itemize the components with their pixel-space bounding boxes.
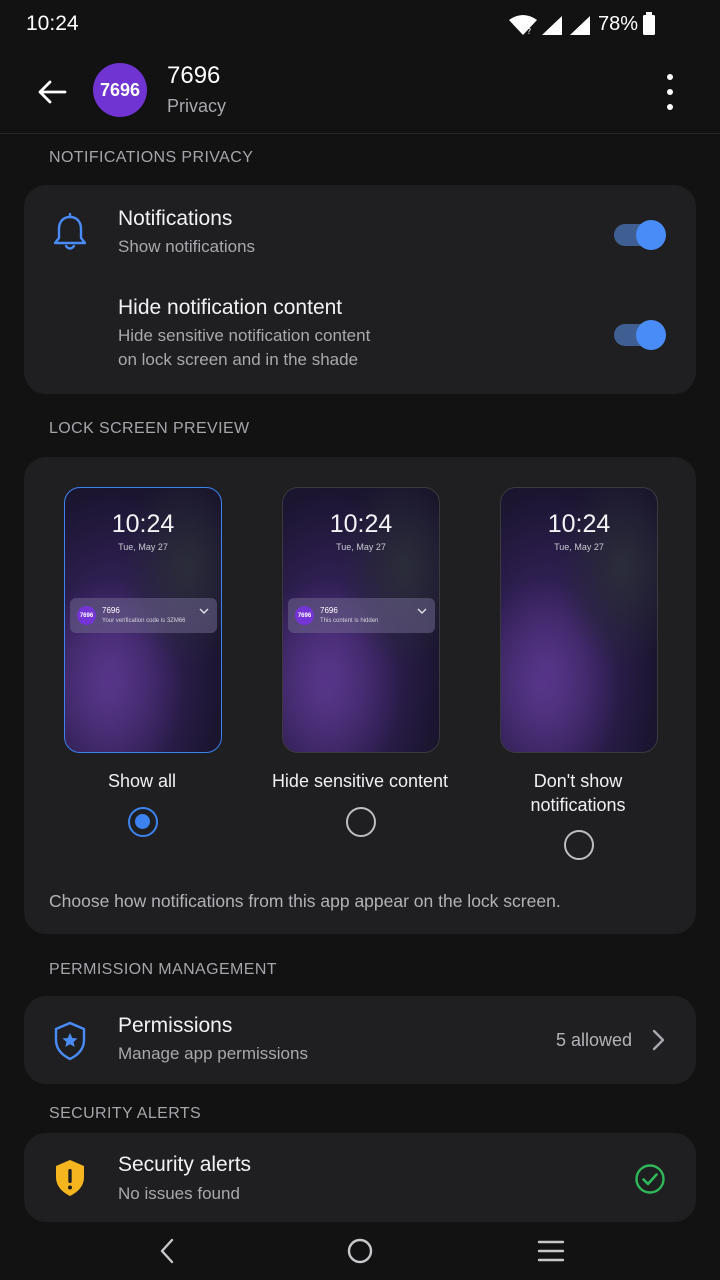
shield-star-icon [52, 1020, 88, 1067]
section-header-lock-screen-preview: LOCK SCREEN PREVIEW [49, 420, 250, 437]
page-title: 7696 [167, 62, 221, 89]
phone-time: 10:24 [547, 510, 611, 538]
notif-title: 7696 [320, 606, 338, 615]
nav-menu-icon [537, 1240, 565, 1262]
notifications-toggle[interactable] [614, 217, 666, 250]
section-header-permission-management: PERMISSION MANAGEMENT [49, 961, 277, 978]
chevron-down-icon [417, 608, 427, 614]
hide-content-subtitle-2: on lock screen and in the shade [118, 350, 359, 369]
shield-warning-icon [52, 1157, 88, 1204]
app-bar: 7696 7696 Privacy [0, 48, 720, 134]
security-alerts-row[interactable]: Security alerts No issues found [24, 1133, 696, 1222]
permissions-subtitle: Manage app permissions [118, 1044, 308, 1063]
radio-dont-show[interactable] [564, 830, 594, 860]
more-options-button[interactable] [656, 74, 684, 110]
notif-avatar: 7696 [77, 606, 96, 625]
radio-hide-sensitive[interactable] [346, 807, 376, 837]
phone-notification: 7696 7696 This content is hidden [288, 598, 435, 633]
nav-back-button[interactable] [152, 1236, 182, 1266]
hide-content-toggle[interactable] [614, 317, 666, 350]
phone-time: 10:24 [329, 510, 393, 538]
more-vert-icon [667, 74, 673, 80]
nav-recents-button[interactable] [536, 1236, 566, 1266]
nav-home-icon [347, 1238, 373, 1264]
phone-preview-hide-sensitive[interactable]: 10:24 Tue, May 27 7696 7696 This content… [282, 487, 440, 753]
nav-home-button[interactable] [345, 1236, 375, 1266]
hide-content-title: Hide notification content [118, 296, 343, 319]
phone-notification: 7696 7696 Your verification code is 3ZM6… [70, 598, 217, 633]
phone-date: Tue, May 27 [554, 542, 604, 552]
notifications-title: Notifications [118, 207, 233, 230]
preview-label-hide-sensitive: Hide sensitive content [271, 771, 449, 791]
preview-footer-text: Choose how notifications from this app a… [49, 891, 561, 911]
section-header-security-alerts: SECURITY ALERTS [49, 1105, 202, 1122]
bell-icon [52, 212, 88, 258]
page-subtitle: Privacy [167, 96, 227, 116]
signal-icon-1 [540, 14, 564, 41]
preview-options: 10:24 Tue, May 27 7696 7696 Your verific… [24, 487, 696, 887]
phone-date: Tue, May 27 [336, 542, 386, 552]
notif-body: Your verification code is 3ZM66 [102, 618, 186, 624]
preview-label-dont-show-line1: Don't show [533, 771, 623, 791]
permissions-title: Permissions [118, 1014, 233, 1037]
nav-back-icon [160, 1238, 174, 1264]
status-time: 10:24 [26, 12, 79, 35]
battery-icon [642, 12, 656, 41]
permissions-count: 5 allowed [555, 1030, 632, 1050]
security-alerts-title: Security alerts [118, 1153, 252, 1176]
back-arrow-icon [38, 80, 67, 104]
wifi-icon: ? [508, 14, 538, 41]
app-avatar: 7696 [93, 63, 147, 117]
preview-label-show-all: Show all [107, 771, 177, 791]
phone-date: Tue, May 27 [118, 542, 168, 552]
phone-preview-dont-show[interactable]: 10:24 Tue, May 27 [500, 487, 658, 753]
chevron-down-icon [199, 608, 209, 614]
notif-avatar: 7696 [295, 606, 314, 625]
section-header-notifications-privacy: NOTIFICATIONS PRIVACY [49, 149, 254, 166]
notifications-subtitle: Show notifications [118, 237, 256, 256]
phone-time: 10:24 [111, 510, 175, 538]
preview-label-dont-show: Don't show notifications [458, 769, 698, 817]
battery-percent: 78% [598, 13, 639, 35]
permissions-row[interactable]: Permissions Manage app permissions 5 all… [24, 996, 696, 1084]
notif-body: This content is hidden [320, 618, 379, 624]
chevron-right-icon [652, 1029, 665, 1051]
security-alerts-subtitle: No issues found [118, 1184, 240, 1203]
check-circle-icon [634, 1163, 666, 1200]
status-bar: 10:24 ? 78% [0, 0, 720, 48]
svg-text:?: ? [527, 27, 531, 36]
phone-preview-show-all[interactable]: 10:24 Tue, May 27 7696 7696 Your verific… [64, 487, 222, 753]
preview-label-dont-show-line2: notifications [530, 795, 626, 815]
system-nav-bar [0, 1222, 720, 1280]
hide-content-subtitle-1: Hide sensitive notification content [118, 326, 371, 345]
signal-icon-2 [568, 14, 592, 41]
notif-title: 7696 [102, 606, 120, 615]
notifications-privacy-card: Notifications Show notifications Hide no… [24, 185, 696, 394]
radio-show-all[interactable] [128, 807, 158, 837]
lock-screen-preview-card: 10:24 Tue, May 27 7696 7696 Your verific… [24, 457, 696, 934]
back-button[interactable] [32, 72, 72, 112]
